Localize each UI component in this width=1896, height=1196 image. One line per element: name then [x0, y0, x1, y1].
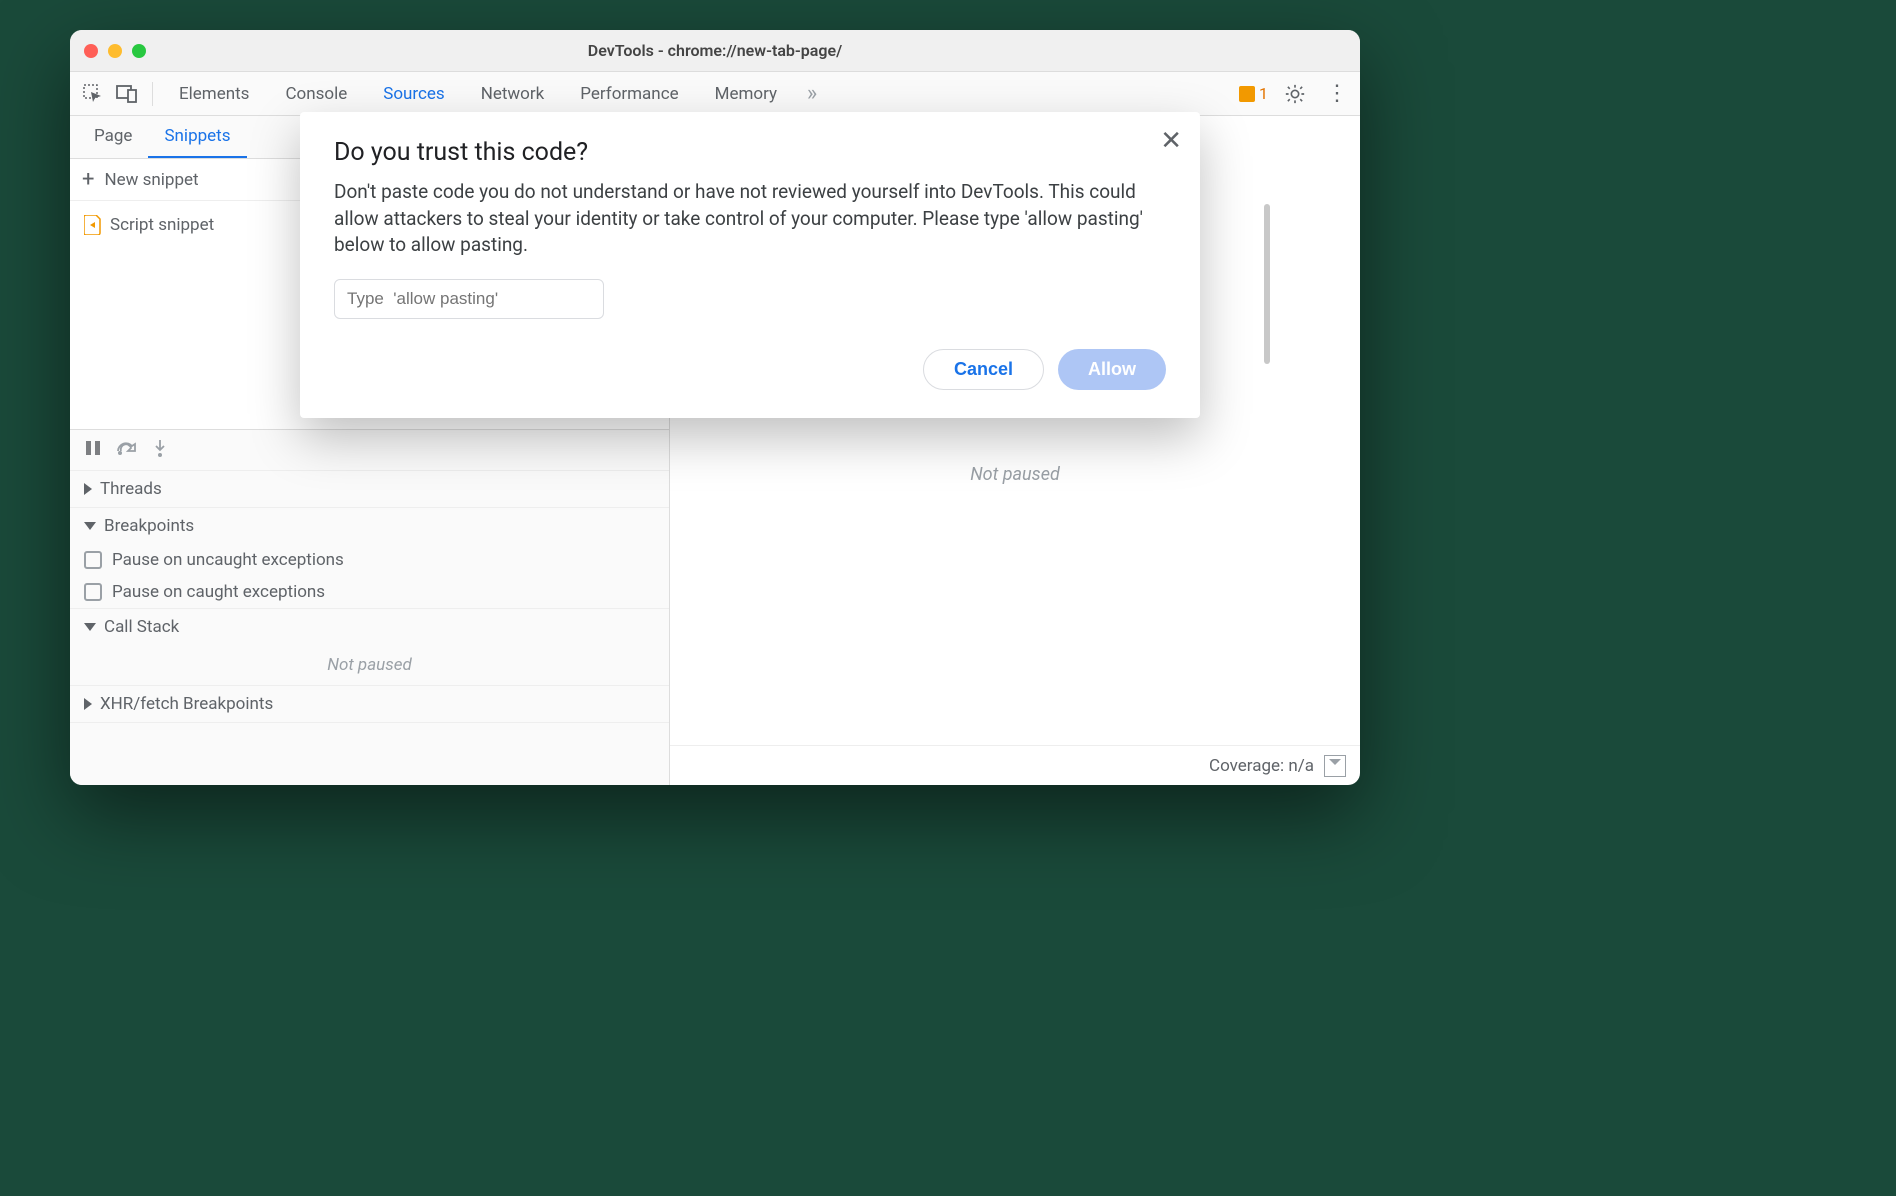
- pause-uncaught-row[interactable]: Pause on uncaught exceptions: [70, 544, 669, 576]
- sub-tab-page[interactable]: Page: [78, 116, 148, 158]
- pause-uncaught-label: Pause on uncaught exceptions: [112, 550, 344, 570]
- chevron-down-icon: [84, 623, 96, 631]
- breakpoints-header[interactable]: Breakpoints: [70, 508, 669, 544]
- tab-console[interactable]: Console: [269, 74, 363, 114]
- coverage-bar: Coverage: n/a: [670, 745, 1360, 785]
- threads-label: Threads: [100, 479, 162, 499]
- inspect-element-icon[interactable]: [78, 79, 108, 109]
- dialog-title: Do you trust this code?: [334, 138, 1166, 167]
- tab-sources[interactable]: Sources: [367, 74, 460, 114]
- allow-pasting-input[interactable]: [334, 279, 604, 319]
- checkbox-icon[interactable]: [84, 583, 102, 601]
- allow-button[interactable]: Allow: [1058, 349, 1166, 390]
- trust-code-dialog: ✕ Do you trust this code? Don't paste co…: [300, 112, 1200, 418]
- section-call-stack: Call Stack Not paused: [70, 609, 669, 686]
- chevron-right-icon: [84, 483, 92, 495]
- maximize-window-button[interactable]: [132, 44, 146, 58]
- kebab-menu-icon[interactable]: ⋮: [1322, 79, 1352, 109]
- call-stack-not-paused: Not paused: [70, 645, 669, 685]
- warning-badge[interactable]: 1: [1239, 84, 1268, 103]
- pause-caught-row[interactable]: Pause on caught exceptions: [70, 576, 669, 608]
- step-over-icon[interactable]: [116, 439, 138, 461]
- titlebar: DevTools - chrome://new-tab-page/: [70, 30, 1360, 72]
- debugger-panel: Threads Breakpoints Pause on uncaught ex…: [70, 429, 669, 785]
- snippet-name: Script snippet: [110, 215, 214, 235]
- tab-performance[interactable]: Performance: [564, 74, 694, 114]
- step-into-icon[interactable]: [152, 438, 168, 462]
- breakpoints-label: Breakpoints: [104, 516, 194, 536]
- sub-tab-snippets[interactable]: Snippets: [148, 116, 246, 158]
- device-toolbar-icon[interactable]: [112, 79, 142, 109]
- close-icon[interactable]: ✕: [1160, 126, 1182, 156]
- xhr-breakpoints-header[interactable]: XHR/fetch Breakpoints: [70, 686, 669, 722]
- new-snippet-button[interactable]: New snippet: [104, 170, 198, 190]
- tab-elements[interactable]: Elements: [163, 74, 265, 114]
- section-breakpoints: Breakpoints Pause on uncaught exceptions…: [70, 508, 669, 609]
- debug-toolbar: [70, 430, 669, 471]
- minimize-window-button[interactable]: [108, 44, 122, 58]
- dialog-buttons: Cancel Allow: [334, 349, 1166, 390]
- threads-header[interactable]: Threads: [70, 471, 669, 507]
- dropdown-icon[interactable]: [1324, 755, 1346, 777]
- traffic-lights: [84, 44, 146, 58]
- gear-icon[interactable]: [1280, 79, 1310, 109]
- section-threads: Threads: [70, 471, 669, 508]
- xhr-breakpoints-label: XHR/fetch Breakpoints: [100, 694, 273, 714]
- coverage-label: Coverage: n/a: [1209, 756, 1314, 776]
- call-stack-label: Call Stack: [104, 617, 179, 637]
- pause-caught-label: Pause on caught exceptions: [112, 582, 325, 602]
- warning-count: 1: [1259, 84, 1268, 103]
- tab-network[interactable]: Network: [465, 74, 561, 114]
- main-tab-bar: Elements Console Sources Network Perform…: [70, 72, 1360, 116]
- chevron-down-icon: [84, 522, 96, 530]
- plus-icon[interactable]: +: [82, 167, 94, 192]
- snippet-file-icon: [84, 215, 102, 235]
- chevron-right-icon: [84, 698, 92, 710]
- window-title: DevTools - chrome://new-tab-page/: [70, 41, 1360, 60]
- close-window-button[interactable]: [84, 44, 98, 58]
- more-tabs-chevron-icon[interactable]: »: [797, 79, 827, 109]
- dialog-body: Don't paste code you do not understand o…: [334, 179, 1166, 259]
- call-stack-header[interactable]: Call Stack: [70, 609, 669, 645]
- section-xhr-breakpoints: XHR/fetch Breakpoints: [70, 686, 669, 723]
- scrollbar[interactable]: [1264, 204, 1270, 364]
- tab-memory[interactable]: Memory: [699, 74, 793, 114]
- devtools-window: DevTools - chrome://new-tab-page/ Elemen…: [70, 30, 1360, 785]
- pause-icon[interactable]: [84, 439, 102, 461]
- right-not-paused: Not paused: [670, 464, 1360, 485]
- divider: [152, 82, 153, 106]
- warning-icon: [1239, 86, 1255, 102]
- cancel-button[interactable]: Cancel: [923, 349, 1044, 390]
- checkbox-icon[interactable]: [84, 551, 102, 569]
